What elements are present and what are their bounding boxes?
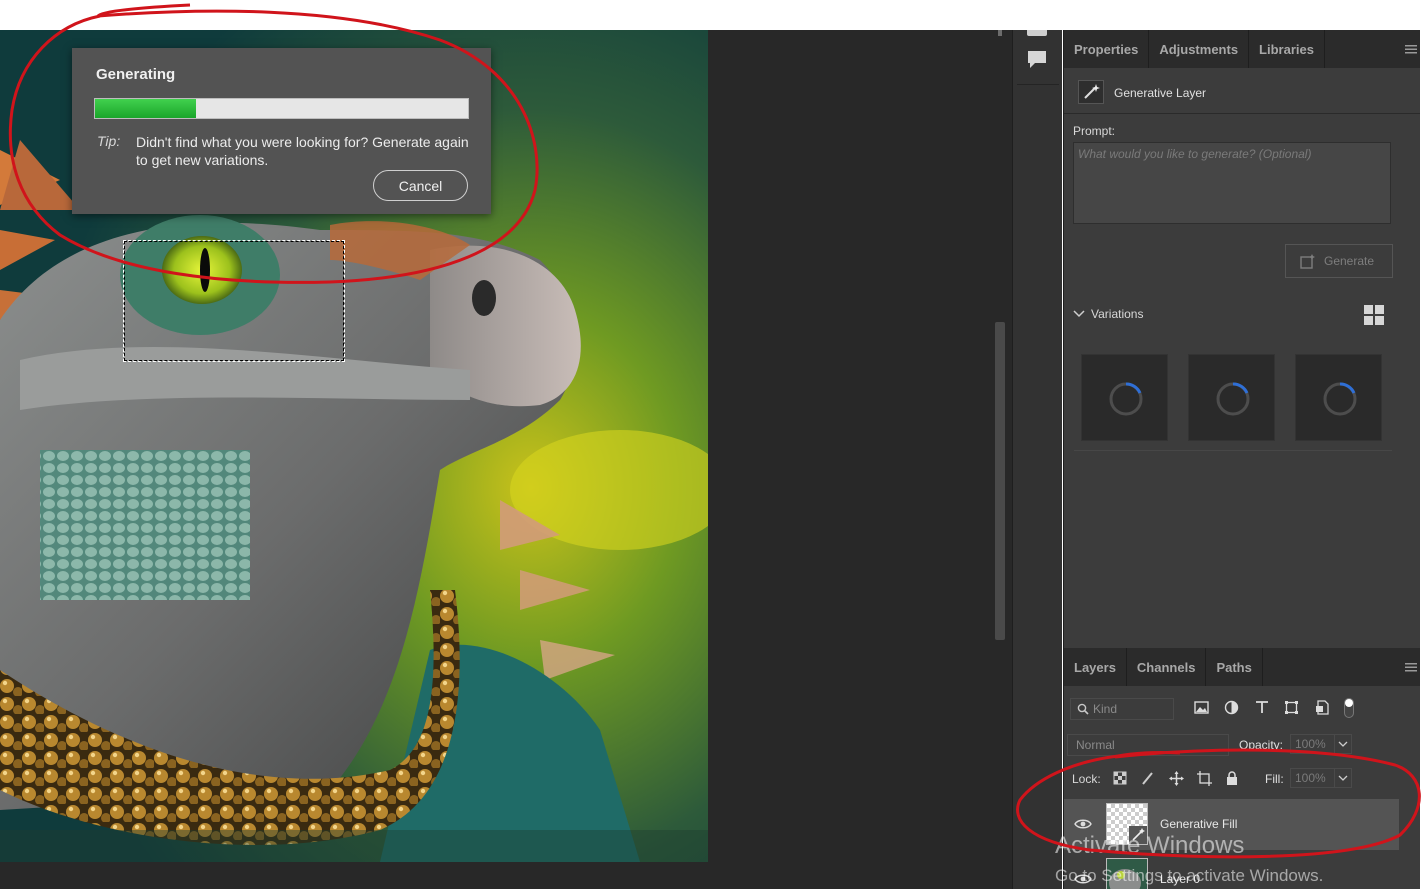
prompt-label: Prompt: bbox=[1073, 124, 1116, 138]
cancel-button[interactable]: Cancel bbox=[373, 170, 468, 201]
photoshop-window: Properties Adjustments Libraries Generat… bbox=[0, 0, 1428, 889]
blend-mode-select[interactable]: Normal bbox=[1067, 734, 1229, 756]
lock-all-icon[interactable] bbox=[1224, 770, 1240, 786]
type-filter-icon[interactable] bbox=[1252, 698, 1271, 716]
marquee-selection bbox=[123, 240, 345, 362]
canvas-vertical-scrollbar[interactable] bbox=[990, 30, 1012, 889]
chevron-down-icon bbox=[1338, 741, 1348, 747]
layer-filter-icons bbox=[1192, 698, 1331, 716]
tip-text: Didn't find what you were looking for? G… bbox=[136, 134, 469, 168]
smart-object-filter-icon[interactable] bbox=[1312, 698, 1331, 716]
lock-label: Lock: bbox=[1072, 772, 1101, 786]
lock-transparency-icon[interactable] bbox=[1112, 770, 1128, 786]
search-icon bbox=[1077, 703, 1089, 715]
layer-type-header: Generative Layer bbox=[1064, 68, 1421, 114]
variations-label: Variations bbox=[1091, 307, 1144, 321]
tab-properties[interactable]: Properties bbox=[1064, 30, 1150, 68]
generating-dialog: Generating Tip: Didn't find what you wer… bbox=[72, 48, 491, 214]
variation-thumbnail[interactable] bbox=[1295, 354, 1382, 441]
window-right-edge bbox=[1420, 30, 1428, 889]
opacity-label: Opacity: bbox=[1239, 738, 1284, 752]
right-panel-column: Properties Adjustments Libraries Generat… bbox=[1063, 30, 1421, 889]
chevron-down-icon bbox=[1338, 775, 1348, 781]
variations-divider bbox=[1074, 450, 1392, 451]
shape-filter-icon[interactable] bbox=[1282, 698, 1301, 716]
progress-fill bbox=[95, 99, 196, 118]
scrollbar-thumb[interactable] bbox=[995, 322, 1005, 640]
variation-thumbnail[interactable] bbox=[1081, 354, 1168, 441]
layer-name: Generative Fill bbox=[1160, 817, 1238, 831]
tool-strip-separator bbox=[1017, 84, 1059, 85]
fill-value: 100% bbox=[1295, 771, 1326, 785]
prompt-input[interactable]: What would you like to generate? (Option… bbox=[1073, 142, 1391, 224]
tab-label: Layers bbox=[1074, 659, 1116, 675]
progress-bar bbox=[94, 98, 469, 119]
panel-tool-strip bbox=[1012, 30, 1062, 889]
loading-spinner-icon bbox=[1323, 382, 1357, 416]
generate-icon bbox=[1300, 253, 1315, 269]
tool-top-icon[interactable] bbox=[1027, 30, 1047, 36]
blend-mode-value: Normal bbox=[1076, 738, 1115, 752]
tab-libraries[interactable]: Libraries bbox=[1249, 30, 1325, 68]
filter-toggle[interactable] bbox=[1344, 698, 1354, 718]
tab-label: Adjustments bbox=[1159, 41, 1239, 57]
fill-dropdown-button[interactable] bbox=[1334, 768, 1352, 788]
tab-label: Paths bbox=[1216, 659, 1252, 675]
activate-windows-title: Activate Windows bbox=[1055, 832, 1245, 859]
layer-filter-kind[interactable]: Kind bbox=[1070, 698, 1174, 720]
generative-layer-icon bbox=[1078, 80, 1104, 104]
comment-icon[interactable] bbox=[1026, 48, 1048, 70]
fill-input[interactable]: 100% bbox=[1290, 768, 1340, 788]
tab-layers[interactable]: Layers bbox=[1064, 648, 1127, 686]
tab-label: Properties bbox=[1074, 41, 1139, 57]
panel-menu-icon[interactable] bbox=[1405, 44, 1417, 54]
opacity-dropdown-button[interactable] bbox=[1334, 734, 1352, 754]
lock-artboard-icon[interactable] bbox=[1196, 770, 1212, 786]
lock-icons bbox=[1112, 770, 1240, 786]
opacity-value: 100% bbox=[1295, 737, 1326, 751]
layers-tab-bar: Layers Channels Paths bbox=[1064, 648, 1421, 686]
generate-label: Generate bbox=[1324, 254, 1375, 268]
tab-label: Channels bbox=[1136, 659, 1196, 675]
panel-menu-icon[interactable] bbox=[1405, 662, 1417, 672]
grid-view-icon[interactable] bbox=[1363, 304, 1385, 326]
opacity-input[interactable]: 100% bbox=[1290, 734, 1340, 754]
tab-paths[interactable]: Paths bbox=[1206, 648, 1263, 686]
tab-adjustments[interactable]: Adjustments bbox=[1149, 30, 1250, 68]
variations-header[interactable]: Variations bbox=[1073, 306, 1143, 322]
properties-tab-bar: Properties Adjustments Libraries bbox=[1064, 30, 1421, 68]
fill-label: Fill: bbox=[1265, 772, 1284, 786]
chevron-down-icon bbox=[1073, 310, 1085, 318]
variation-thumbnail[interactable] bbox=[1188, 354, 1275, 441]
tab-label: Libraries bbox=[1259, 41, 1314, 57]
loading-spinner-icon bbox=[1216, 382, 1250, 416]
layer-type-label: Generative Layer bbox=[1114, 86, 1207, 100]
adjustment-filter-icon[interactable] bbox=[1222, 698, 1241, 716]
tab-channels[interactable]: Channels bbox=[1127, 648, 1207, 686]
eye-icon[interactable] bbox=[1074, 817, 1092, 831]
lock-position-icon[interactable] bbox=[1168, 770, 1184, 786]
tip-label: Tip: bbox=[97, 133, 121, 149]
loading-spinner-icon bbox=[1109, 382, 1143, 416]
kind-label: Kind bbox=[1093, 702, 1118, 716]
activate-windows-subtitle: Go to Settings to activate Windows. bbox=[1055, 866, 1324, 885]
image-filter-icon[interactable] bbox=[1192, 698, 1211, 716]
dialog-title: Generating bbox=[96, 66, 176, 83]
scrollbar-top-marker bbox=[998, 30, 1002, 36]
top-strip bbox=[0, 0, 1428, 30]
generate-button[interactable]: Generate bbox=[1285, 244, 1393, 278]
lock-pixels-icon[interactable] bbox=[1140, 770, 1156, 786]
variation-thumbnails bbox=[1081, 354, 1382, 441]
properties-panel: Generative Layer Prompt: What would you … bbox=[1064, 68, 1421, 648]
prompt-placeholder: What would you like to generate? (Option… bbox=[1078, 147, 1312, 161]
